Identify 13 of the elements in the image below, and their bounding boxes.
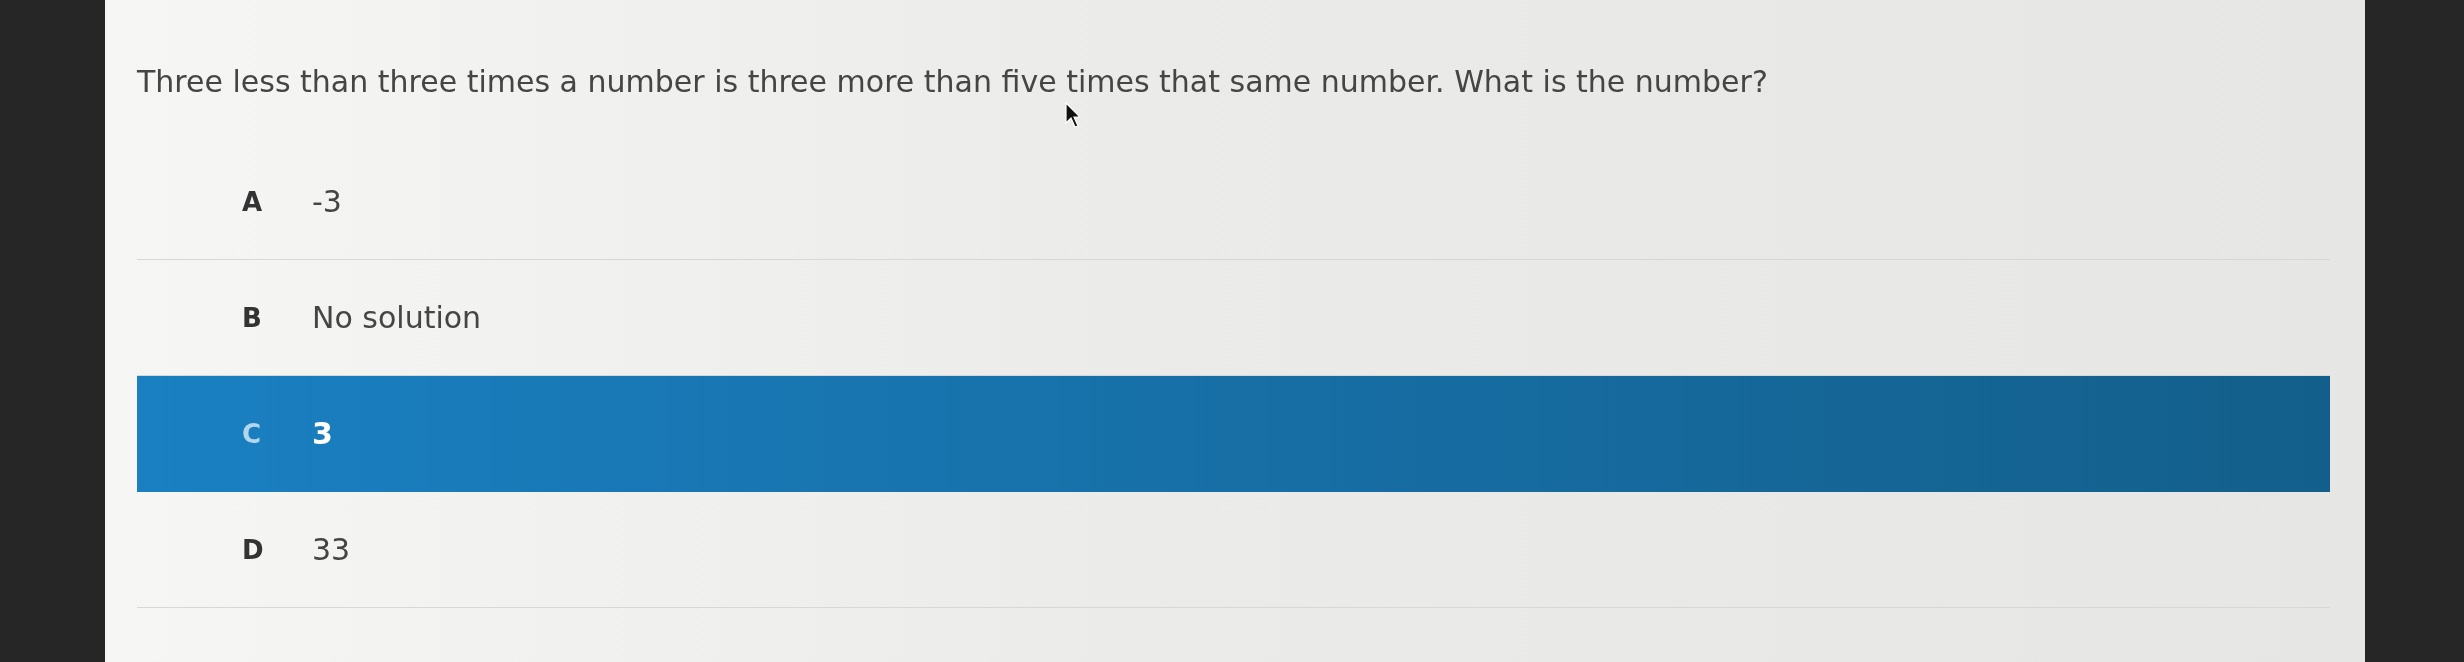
answer-option[interactable]: A -3 <box>137 144 2330 260</box>
option-text: -3 <box>312 184 342 219</box>
answer-option[interactable]: D 33 <box>137 492 2330 608</box>
option-letter: D <box>242 534 265 565</box>
question-text: Three less than three times a number is three more than five times that same number. What is the number? <box>137 64 1768 100</box>
option-letter: C <box>242 418 263 449</box>
answer-option[interactable]: C 3 <box>137 376 2330 492</box>
option-letter: B <box>242 302 263 333</box>
option-text: No solution <box>312 300 482 335</box>
option-letter: A <box>242 186 264 217</box>
option-text: 3 <box>312 416 333 451</box>
option-text: 33 <box>312 532 351 567</box>
mouse-pointer-icon <box>1065 102 1081 128</box>
